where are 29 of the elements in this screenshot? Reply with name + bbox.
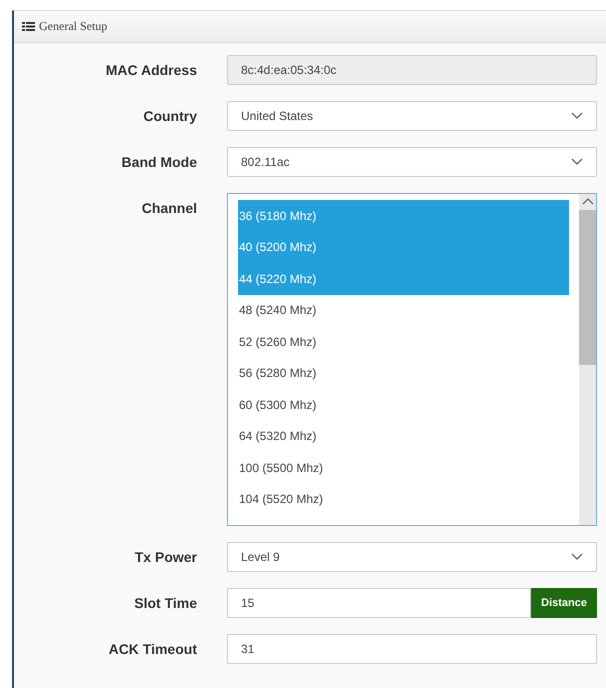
list-option[interactable]: 104 (5520 Mhz): [238, 484, 569, 515]
channel-listbox[interactable]: 36 (5180 Mhz) 40 (5200 Mhz) 44 (5220 Mhz) 48 (5240 Mhz) 52 (5260 Mhz) 56 (5280 Mhz) 60 (5300 Mhz) 64 (5320 Mhz) 100 (5500 Mhz) 104 (5520 Mhz): [227, 193, 597, 526]
field-label: Channel: [140, 199, 197, 218]
list-option[interactable]: 48 (5240 Mhz): [238, 294, 569, 326]
panel-title: General Setup: [39, 19, 108, 34]
scrollbar[interactable]: [579, 194, 596, 525]
mac-address-field: 8c:4d:ea:05:34:0c: [227, 55, 597, 85]
field-label: Slot Time: [133, 594, 197, 613]
dropdown[interactable]: United States: [227, 101, 597, 131]
chevron-down-icon: [571, 553, 583, 561]
chevron-down-icon: [571, 158, 583, 166]
list-option[interactable]: 100 (5500 Mhz): [238, 452, 569, 484]
dropdown[interactable]: 802.11ac: [227, 147, 597, 177]
field-label: ACK Timeout: [108, 640, 197, 659]
field-label: Band Mode: [120, 153, 197, 172]
list-option[interactable]: 64 (5320 Mhz): [238, 420, 569, 452]
chevron-down-icon: [571, 112, 583, 120]
field-label: Tx Power: [134, 548, 197, 567]
scroll-up-icon: [582, 197, 594, 205]
distance-button[interactable]: Distance: [531, 588, 597, 618]
dropdown[interactable]: Level 9: [227, 542, 597, 572]
list-icon: [22, 22, 35, 31]
list-option[interactable]: 60 (5300 Mhz): [238, 389, 569, 420]
input-field[interactable]: 31: [227, 634, 597, 664]
field-label: Country: [142, 107, 197, 126]
list-option[interactable]: 56 (5280 Mhz): [238, 358, 569, 389]
list-option[interactable]: 52 (5260 Mhz): [238, 326, 569, 358]
input-field[interactable]: 15: [227, 588, 532, 618]
field-label: MAC Address: [104, 61, 197, 80]
